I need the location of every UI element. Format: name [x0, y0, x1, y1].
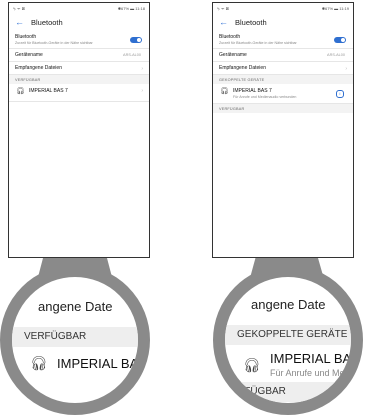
status-left: ᵒᵢₗ ᯤ ⊠ [217, 5, 230, 11]
device-name-value: ARS-AL00 [123, 53, 141, 57]
headphones-icon: 🎧︎ [243, 357, 261, 373]
bluetooth-label: Bluetooth [15, 34, 37, 40]
info-icon[interactable]: i [336, 90, 344, 98]
device-name: IMPERIAL BAS 7 [29, 88, 68, 94]
section-paired: GEKOPPELTE GERÄTE [213, 75, 353, 84]
mag-section-available: RFÜGBAR [225, 382, 351, 402]
section-available: VERFÜGBAR [9, 75, 149, 84]
toggle-knob [137, 38, 141, 42]
device-name-value: ARS-AL00 [327, 53, 345, 57]
chevron-right-icon: › [141, 66, 143, 72]
headphones-icon: 🎧︎ [16, 88, 25, 95]
mag-received-text: angene Date [251, 297, 326, 312]
headphones-icon: 🎧︎ [30, 355, 48, 371]
mag-device-name: IMPERIAL BAS 7 [57, 356, 150, 371]
toggle-knob [341, 38, 345, 42]
chevron-right-icon: › [141, 88, 143, 94]
bluetooth-toggle[interactable] [334, 37, 346, 43]
status-right: ✱67% ▬ 11:18 [117, 6, 145, 11]
page-title: Bluetooth [31, 18, 63, 27]
page-title: Bluetooth [235, 18, 267, 27]
bluetooth-sub: Zurzeit für Bluetooth-Geräte in der Nähe… [15, 41, 93, 45]
mag-received-text: angene Date [38, 299, 113, 314]
status-left: ᵒᵢₗ ᯤ ⊠ [13, 5, 26, 11]
left-phone-screen: ᵒᵢₗ ᯤ ⊠ ✱67% ▬ 11:18 ← Bluetooth Bluetoo… [8, 2, 150, 258]
mag-section-available: VERFÜGBAR [12, 327, 138, 347]
paired-device-row[interactable]: 🎧︎ IMPERIAL BAS 7 Für Anrufe und Mediena… [213, 84, 353, 104]
device-name: IMPERIAL BAS 7 [233, 88, 272, 94]
mag-device-name: IMPERIAL BAS 7 [270, 351, 363, 366]
arrow-left-icon[interactable]: ← [15, 18, 24, 27]
bluetooth-toggle-row[interactable]: Bluetooth Zurzeit für Bluetooth-Geräte i… [213, 31, 353, 49]
bluetooth-label: Bluetooth [219, 34, 241, 40]
right-magnifier: angene Date GEKOPPELTE GERÄTE 🎧︎ IMPERIA… [213, 265, 363, 415]
mag-device-status: Für Anrufe und Med [270, 368, 350, 378]
received-files-label: Empfangene Dateien [15, 65, 62, 71]
status-right: ✱67% ▬ 11:19 [321, 6, 349, 11]
device-name-row[interactable]: Gerätename ARS-AL00 [9, 49, 149, 62]
app-bar: ← Bluetooth [9, 14, 149, 31]
headphones-icon: 🎧︎ [220, 88, 229, 95]
app-bar: ← Bluetooth [213, 14, 353, 31]
device-name-row[interactable]: Gerätename ARS-AL00 [213, 49, 353, 62]
received-files-row[interactable]: Empfangene Dateien › [9, 62, 149, 75]
device-status: Für Anrufe und Medienaudio verbunden [233, 95, 297, 99]
received-files-row[interactable]: Empfangene Dateien › [213, 62, 353, 75]
arrow-left-icon[interactable]: ← [219, 18, 228, 27]
received-files-label: Empfangene Dateien [219, 65, 266, 71]
bluetooth-toggle[interactable] [130, 37, 142, 43]
bluetooth-sub: Zurzeit für Bluetooth-Geräte in der Nähe… [219, 41, 297, 45]
status-bar: ᵒᵢₗ ᯤ ⊠ ✱67% ▬ 11:19 [213, 3, 353, 14]
status-bar: ᵒᵢₗ ᯤ ⊠ ✱67% ▬ 11:18 [9, 3, 149, 14]
left-magnifier: angene Date VERFÜGBAR 🎧︎ IMPERIAL BAS 7 [0, 265, 150, 415]
chevron-right-icon: › [345, 66, 347, 72]
bluetooth-toggle-row[interactable]: Bluetooth Zurzeit für Bluetooth-Geräte i… [9, 31, 149, 49]
device-row[interactable]: 🎧︎ IMPERIAL BAS 7 › [9, 84, 149, 102]
right-phone-screen: ᵒᵢₗ ᯤ ⊠ ✱67% ▬ 11:19 ← Bluetooth Bluetoo… [212, 2, 354, 258]
mag-section-paired: GEKOPPELTE GERÄTE [225, 325, 351, 345]
section-available: VERFÜGBAR [213, 104, 353, 113]
